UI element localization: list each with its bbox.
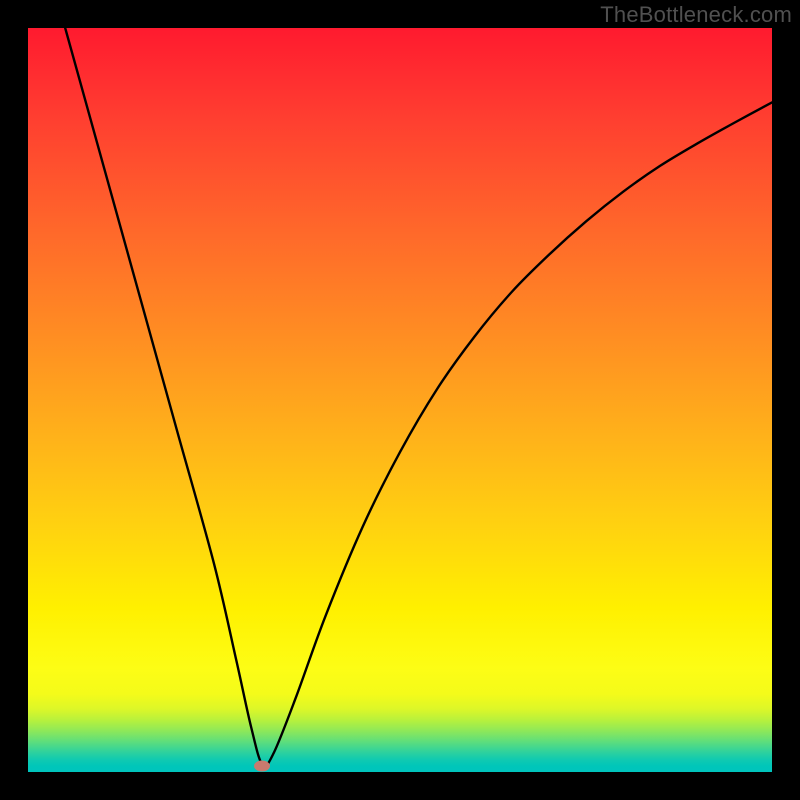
watermark-text: TheBottleneck.com	[600, 2, 792, 28]
plot-area	[28, 28, 772, 772]
chart-frame: TheBottleneck.com	[0, 0, 800, 800]
optimum-marker	[254, 761, 270, 772]
bottleneck-curve-svg	[28, 28, 772, 772]
bottleneck-curve-path	[65, 28, 772, 766]
